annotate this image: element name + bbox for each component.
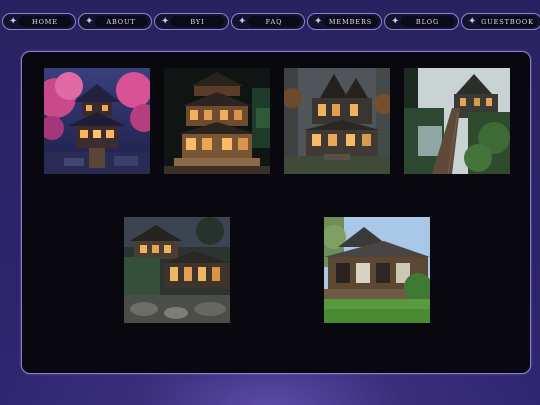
nav-label-byi: BYI [190,17,205,26]
forest-house-illustration [284,68,390,174]
nav-label-about: ABOUT [106,17,136,26]
nav-pill: BLOG [401,16,454,27]
nav-pill: GUESTBOOK [478,16,537,27]
nav-pill: HOME [19,16,71,27]
sparkle-icon: ✦ [85,16,94,27]
nav-item-blog[interactable]: ✦ BLOG [384,13,459,30]
boardwalk-house-illustration [404,68,510,174]
nav-label-faq: FAQ [265,17,283,26]
nav-item-members[interactable]: ✦ MEMBERS [307,13,382,30]
gallery-image-boardwalk-house[interactable] [404,68,510,174]
nav-item-home[interactable]: ✦ HOME [2,13,76,30]
nav-item-byi[interactable]: ✦ BYI [154,13,229,30]
sparkle-icon: ✦ [161,16,170,27]
gallery-image-pagoda-blossom[interactable] [44,68,150,174]
gallery-image-forest-house[interactable] [284,68,390,174]
sparkle-icon: ✦ [9,16,18,27]
gallery-image-garden-house[interactable] [124,217,230,323]
nav-label-home: HOME [32,17,58,26]
sparkle-icon: ✦ [314,16,323,27]
nav-item-guestbook[interactable]: ✦ GUESTBOOK [461,13,540,30]
garden-house-illustration [124,217,230,323]
nav-label-blog: BLOG [415,17,440,26]
sparkle-icon: ✦ [391,16,400,27]
nav-label-members: MEMBERS [328,17,373,26]
pagoda-blossom-illustration [44,68,150,174]
gallery-image-daylight-house[interactable] [324,217,430,323]
nav-pill: FAQ [248,16,300,27]
nav-pill: BYI [171,16,224,27]
top-navigation: ✦ HOME ✦ ABOUT ✦ BYI ✦ FAQ ✦ MEMBERS ✦ B… [2,13,540,32]
nav-label-guestbook: GUESTBOOK [481,17,534,26]
gallery-panel [21,51,531,374]
sparkle-icon: ✦ [238,16,247,27]
gallery-image-miniature-house[interactable] [164,68,270,174]
miniature-house-illustration [164,68,270,174]
nav-item-faq[interactable]: ✦ FAQ [231,13,305,30]
nav-item-about[interactable]: ✦ ABOUT [78,13,152,30]
nav-pill: MEMBERS [324,16,377,27]
sparkle-icon: ✦ [468,16,477,27]
daylight-house-illustration [324,217,430,323]
nav-pill: ABOUT [95,16,147,27]
